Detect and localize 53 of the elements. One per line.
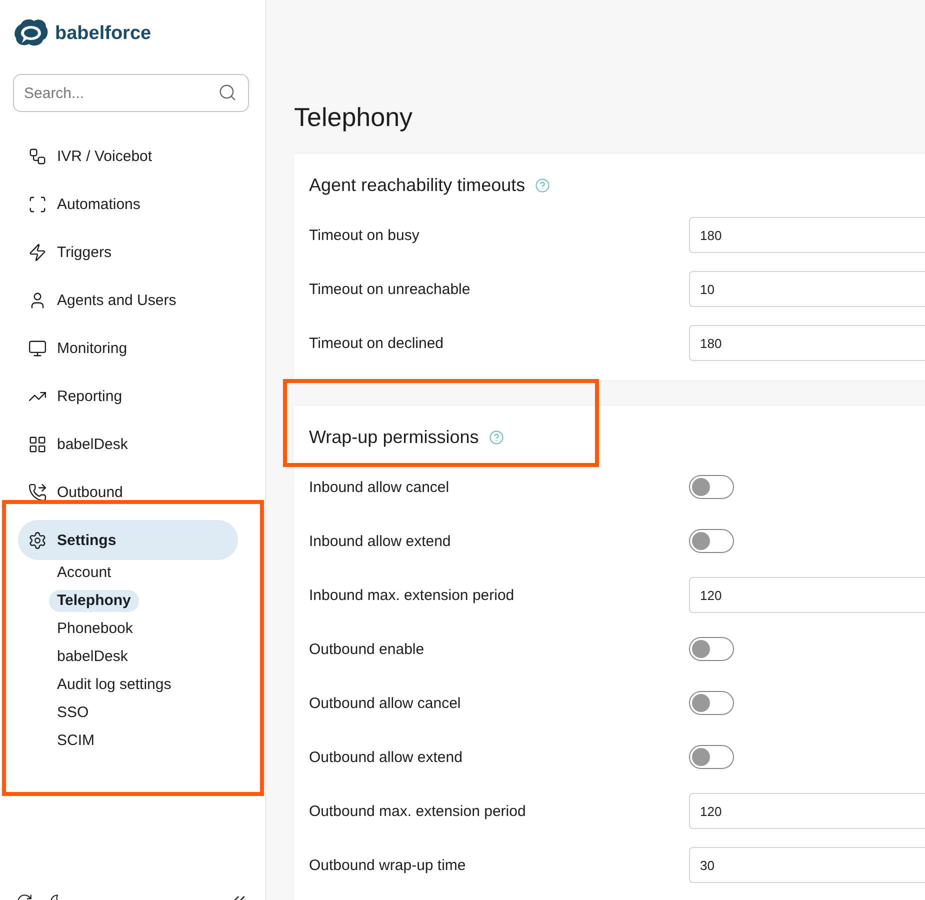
setting-label: Inbound allow extend (309, 532, 452, 550)
nav-item[interactable]: babelDesk (18, 424, 238, 464)
nav-subitem[interactable]: Phonebook (49, 618, 141, 640)
number-field[interactable]: 120 (689, 577, 925, 613)
number-field[interactable]: 180 (689, 325, 925, 361)
setting-label: Timeout on unreachable (309, 280, 472, 298)
nav-item[interactable]: Monitoring (18, 328, 238, 368)
setting-label: Outbound allow extend (309, 748, 464, 766)
page-title: Telephony (294, 101, 414, 134)
number-field[interactable]: 180 (689, 217, 925, 253)
toggle-switch[interactable] (689, 691, 734, 715)
grid-icon (28, 434, 47, 454)
help-icon[interactable] (488, 430, 504, 444)
number-field[interactable]: 30 (689, 847, 925, 883)
section-title: Agent reachability timeouts (309, 174, 526, 196)
nav-subitem[interactable]: Account (49, 562, 120, 584)
settings-icon (28, 530, 47, 550)
toggle-switch[interactable] (689, 637, 734, 661)
number-field[interactable]: 120 (689, 793, 925, 829)
nav-subitem[interactable]: SSO (49, 702, 97, 724)
number-field[interactable]: 10 (689, 271, 925, 307)
setting-label: Outbound max. extension period (309, 802, 527, 820)
search-field[interactable]: Search... (13, 74, 249, 112)
nav-item[interactable]: Automations (18, 184, 238, 224)
nav-item[interactable]: Reporting (18, 376, 238, 416)
nav-subitem[interactable]: Audit log settings (49, 674, 180, 696)
setting-label: Outbound wrap-up time (309, 856, 467, 874)
toggle-switch[interactable] (689, 475, 734, 499)
monitor-icon (28, 338, 47, 358)
nav-subitem[interactable]: SCIM (49, 730, 102, 752)
phone-forward-icon (28, 482, 47, 502)
nav-item[interactable]: Agents and Users (18, 280, 238, 320)
setting-label: Outbound enable (309, 640, 426, 658)
brand-name: babelforce (55, 23, 152, 45)
setting-label: Inbound max. extension period (309, 586, 516, 604)
nav-subitem[interactable]: babelDesk (49, 646, 136, 668)
nav-subitem[interactable]: Telephony (49, 590, 139, 612)
nav-item[interactable]: IVR / Voicebot (18, 136, 238, 176)
toggle-switch[interactable] (689, 745, 734, 769)
toggle-switch[interactable] (689, 529, 734, 553)
nav-item[interactable]: Outbound (18, 472, 238, 512)
section-title: Wrap-up permissions (309, 426, 479, 448)
setting-label: Timeout on busy (309, 226, 420, 244)
search-icon (218, 83, 237, 102)
nav-item[interactable]: Triggers (18, 232, 238, 272)
scan-icon (28, 194, 47, 214)
setting-label: Timeout on declined (309, 334, 445, 352)
setting-label: Inbound allow cancel (309, 478, 450, 496)
workflow-icon (28, 146, 47, 166)
nav-item[interactable]: Settings (18, 520, 238, 560)
lightning-icon (28, 242, 47, 262)
help-icon[interactable] (535, 178, 550, 192)
setting-label: Outbound allow cancel (309, 694, 462, 712)
